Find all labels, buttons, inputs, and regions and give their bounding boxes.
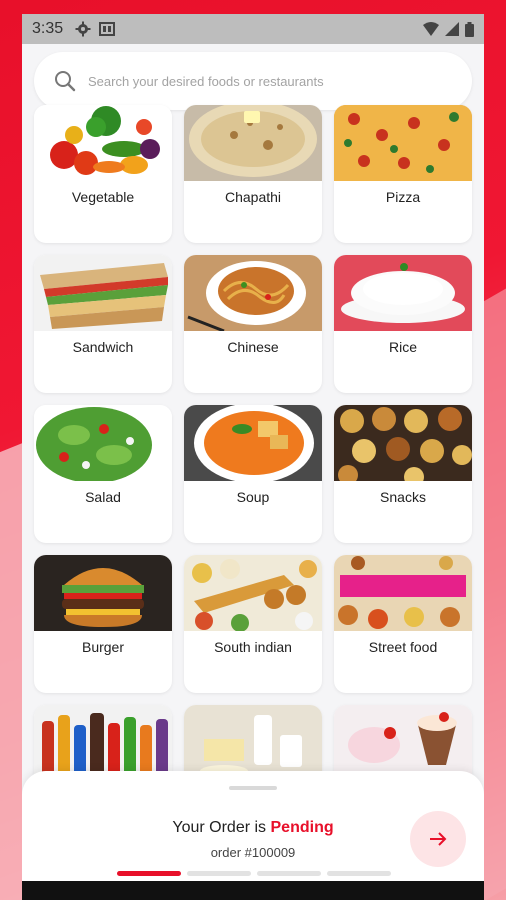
- progress-step-1: [117, 871, 181, 876]
- category-card-pizza[interactable]: Pizza: [334, 105, 472, 243]
- category-label: Snacks: [380, 489, 426, 505]
- app-screen: 3:35 Search your desired foods or restau…: [22, 14, 484, 900]
- search-input[interactable]: [88, 73, 472, 89]
- category-card-snacks[interactable]: Snacks: [334, 405, 472, 543]
- progress-step-3: [257, 871, 321, 876]
- progress-step-4: [327, 871, 391, 876]
- order-status-value: Pending: [270, 819, 334, 836]
- category-card-vegetable[interactable]: Vegetable: [34, 105, 172, 243]
- order-progress: [117, 871, 391, 876]
- category-label: Rice: [388, 339, 417, 355]
- pizza-image: [334, 105, 472, 181]
- category-label: South indian: [214, 639, 292, 655]
- dairy-image: [184, 705, 322, 781]
- category-grid: Vegetable Chapathi Pizza Sandwich Chines…: [34, 105, 474, 843]
- desserts-image: [334, 705, 472, 781]
- arrow-right-icon: [430, 832, 447, 846]
- category-label: Vegetable: [71, 189, 135, 205]
- drinks-image: [34, 705, 172, 781]
- settings-icon: [75, 21, 91, 37]
- category-card-south-indian[interactable]: South indian: [184, 555, 322, 693]
- category-card-soup[interactable]: Soup: [184, 405, 322, 543]
- search-bar[interactable]: [34, 52, 472, 110]
- category-label: Soup: [236, 489, 270, 505]
- order-status-sheet[interactable]: Your Order is Pending order #100009: [22, 771, 484, 889]
- category-card-burger[interactable]: Burger: [34, 555, 172, 693]
- south-indian-image: [184, 555, 322, 631]
- salad-image: [34, 405, 172, 481]
- category-label: Pizza: [385, 189, 421, 205]
- sheet-drag-handle[interactable]: [229, 786, 277, 790]
- view-order-button[interactable]: [410, 811, 466, 867]
- category-label: Street food: [368, 639, 438, 655]
- category-label: Sandwich: [72, 339, 134, 355]
- category-card-salad[interactable]: Salad: [34, 405, 172, 543]
- progress-step-2: [187, 871, 251, 876]
- category-card-street-food[interactable]: Street food: [334, 555, 472, 693]
- street-food-image: [334, 555, 472, 631]
- soup-image: [184, 405, 322, 481]
- burger-image: [34, 555, 172, 631]
- sandwich-image: [34, 255, 172, 331]
- category-card-chinese[interactable]: Chinese: [184, 255, 322, 393]
- battery-icon: [465, 21, 474, 37]
- system-nav-bar: [22, 881, 484, 900]
- order-status-prefix: Your Order is: [172, 819, 271, 836]
- notification-icon: [99, 22, 116, 36]
- category-label: Chinese: [227, 339, 279, 355]
- signal-icon: [445, 22, 459, 36]
- vegetable-image: [34, 105, 172, 181]
- search-icon: [55, 71, 76, 92]
- wifi-icon: [423, 22, 439, 36]
- category-label: Chapathi: [224, 189, 282, 205]
- chinese-image: [184, 255, 322, 331]
- category-label: Salad: [85, 489, 121, 505]
- status-bar: 3:35: [22, 14, 484, 44]
- chapathi-image: [184, 105, 322, 181]
- rice-image: [334, 255, 472, 331]
- category-card-chapathi[interactable]: Chapathi: [184, 105, 322, 243]
- status-time: 3:35: [32, 20, 64, 37]
- category-card-rice[interactable]: Rice: [334, 255, 472, 393]
- category-card-sandwich[interactable]: Sandwich: [34, 255, 172, 393]
- snacks-image: [334, 405, 472, 481]
- category-label: Burger: [81, 639, 125, 655]
